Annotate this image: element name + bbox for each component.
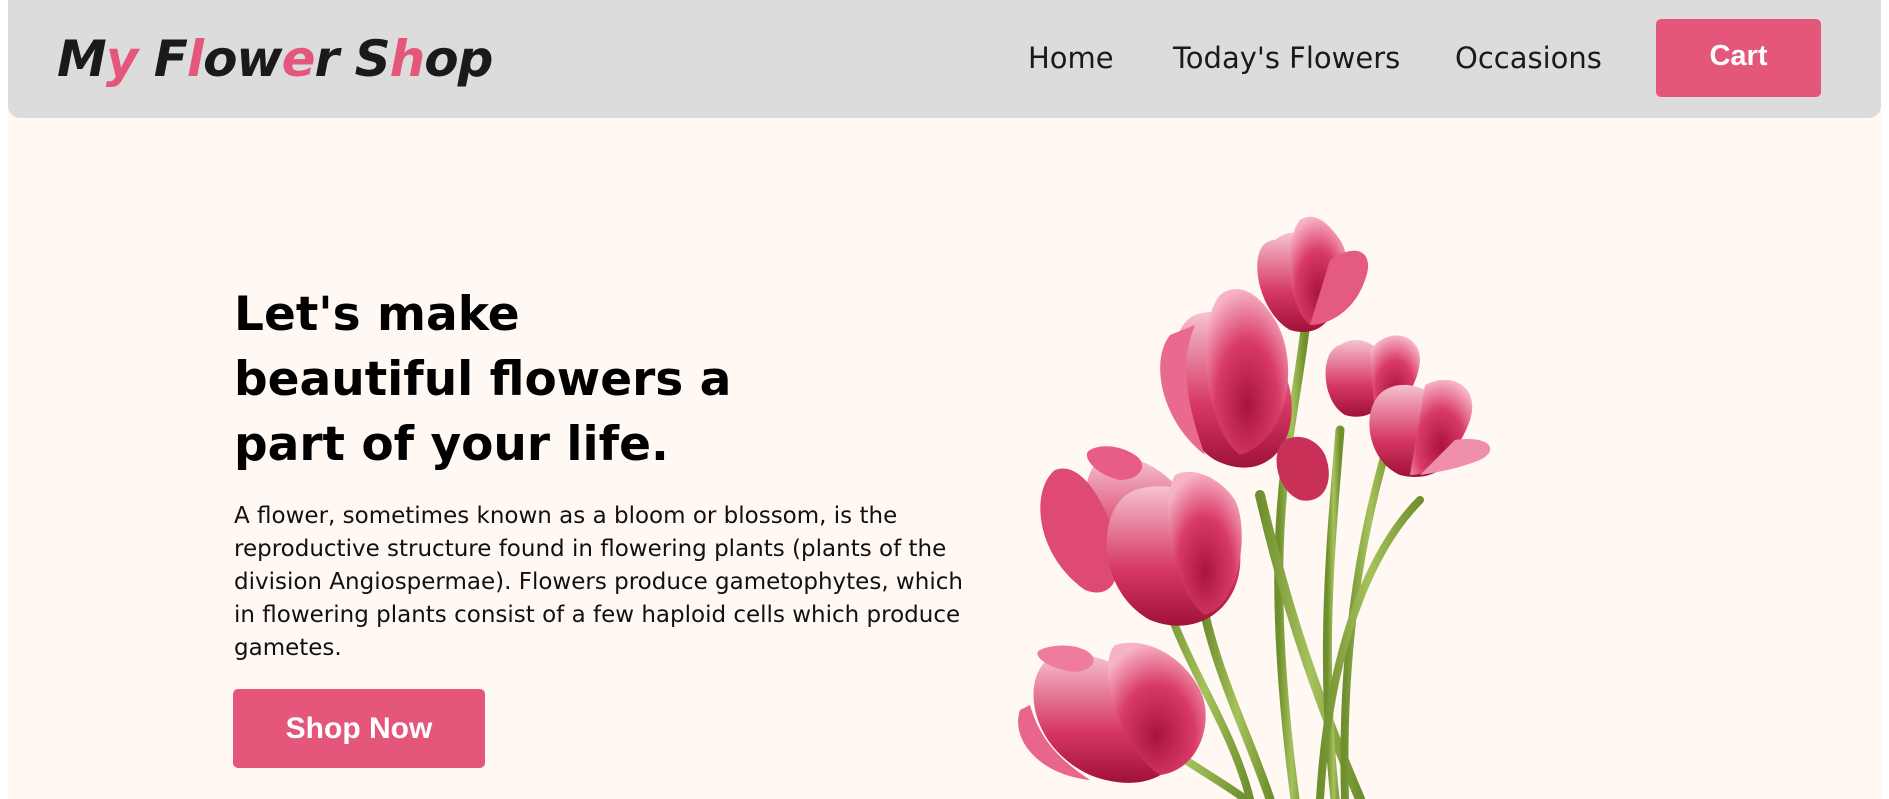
logo-part: r S: [314, 30, 391, 88]
nav-link-home[interactable]: Home: [1028, 38, 1114, 78]
cart-button[interactable]: Cart: [1656, 19, 1821, 97]
hero-description: A flower, sometimes known as a bloom or …: [234, 503, 963, 661]
tulip-flower: [1018, 642, 1206, 783]
logo-part: F: [137, 30, 188, 88]
hero-title: Let's make beautiful flowers a part of you…: [234, 282, 754, 477]
tulip-flower: [1257, 216, 1369, 332]
logo-part: M: [57, 30, 107, 88]
hero-title-line: beautiful flowers a: [234, 352, 732, 407]
shop-now-button[interactable]: Shop Now: [233, 689, 485, 768]
nav-link-occasions[interactable]: Occasions: [1455, 38, 1602, 78]
tulip-flower: [1160, 289, 1292, 468]
tulip-flower: [1106, 471, 1242, 626]
logo-part-accent: y: [105, 30, 139, 88]
hero-title-line: part of your life.: [234, 417, 669, 472]
logo-part: ow: [203, 30, 283, 88]
nav-link-todays-flowers[interactable]: Today's Flowers: [1173, 38, 1400, 78]
logo-part-accent: l: [186, 30, 204, 88]
tulip-flower: [1369, 379, 1491, 477]
navbar: My Flower Shop Home Today's Flowers Occa…: [8, 0, 1881, 118]
logo-part-accent: h: [389, 30, 426, 88]
logo-part-accent: e: [281, 30, 316, 88]
site-logo[interactable]: My Flower Shop: [57, 24, 493, 94]
logo-part: op: [424, 30, 493, 88]
tulip-bouquet-image: [1018, 216, 1491, 799]
hero-title-line: Let's make: [234, 287, 520, 342]
